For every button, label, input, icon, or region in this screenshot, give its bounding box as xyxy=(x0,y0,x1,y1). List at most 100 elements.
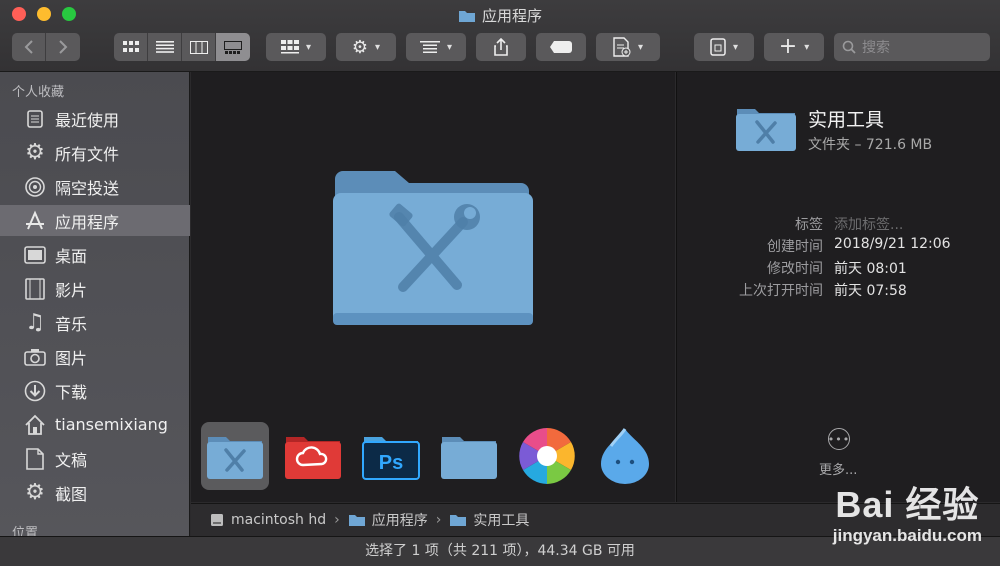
gear-icon: ⚙ xyxy=(25,140,45,165)
item-name: 实用工具 xyxy=(808,109,885,131)
sidebar-item-label: 截图 xyxy=(55,484,88,504)
sidebar-item-pictures[interactable]: 图片 xyxy=(0,341,190,372)
path-separator: › xyxy=(334,512,340,528)
forward-button[interactable] xyxy=(46,33,80,61)
path-crumb-disk[interactable]: macintosh hd xyxy=(209,512,326,528)
thumbnail-utilities[interactable] xyxy=(201,422,269,490)
download-icon xyxy=(24,380,46,402)
chevron-left-icon xyxy=(24,40,33,54)
plus-icon: + xyxy=(778,34,798,59)
path-crumb-label: 应用程序 xyxy=(371,513,428,529)
nav-buttons xyxy=(12,33,80,61)
sidebar-item-label: 下载 xyxy=(55,382,88,402)
gallery-icon xyxy=(224,40,242,54)
tags-button[interactable] xyxy=(536,33,586,61)
search-icon xyxy=(842,40,856,54)
column-view-button[interactable] xyxy=(182,33,216,61)
photoshop-folder-icon: Ps xyxy=(362,437,420,480)
thumbnail-folder[interactable] xyxy=(435,422,503,490)
add-button[interactable]: + ▾ xyxy=(764,33,824,61)
meta-key: 标签 xyxy=(795,217,823,233)
path-crumb-utilities[interactable]: 实用工具 xyxy=(449,510,529,530)
item-kind-size: 文件夹 – 721.6 MB xyxy=(808,137,933,153)
sidebar-item-music[interactable]: ♫ 音乐 xyxy=(0,307,190,338)
thumbnail-creative-cloud[interactable] xyxy=(279,422,347,490)
window-title-wrap: 应用程序 xyxy=(0,5,1000,27)
meta-value: 2018/9/21 12:06 xyxy=(834,236,951,252)
sidebar-item-all-files[interactable]: ⚙ 所有文件 xyxy=(0,137,190,168)
sidebar-item-label: 图片 xyxy=(55,348,88,368)
chevron-down-icon: ▾ xyxy=(637,41,644,53)
grid-icon xyxy=(122,41,139,52)
group-by-button[interactable]: ▾ xyxy=(266,33,326,61)
camera-icon xyxy=(24,346,46,368)
airdrop-icon xyxy=(24,176,46,198)
add-tags-field[interactable]: 添加标签... xyxy=(834,214,903,234)
sidebar-item-applications[interactable]: 应用程序 xyxy=(0,205,190,236)
sidebar-item-documents[interactable]: 文稿 xyxy=(0,443,190,474)
disk-icon xyxy=(211,514,223,526)
meta-key: 上次打开时间 xyxy=(739,283,823,299)
sidebar-item-label: 最近使用 xyxy=(55,110,120,130)
thumbnail-droplet-app[interactable] xyxy=(591,422,659,490)
columns-icon xyxy=(189,40,208,54)
sidebar-item-label: 隔空投送 xyxy=(55,178,120,198)
tag-icon xyxy=(550,41,572,53)
meta-row-tags: 标签 添加标签... xyxy=(677,214,1000,234)
sidebar-item-recents[interactable]: 最近使用 xyxy=(0,103,190,134)
sidebar-item-label: 音乐 xyxy=(55,314,88,334)
sidebar-item-airdrop[interactable]: 隔空投送 xyxy=(0,171,190,202)
utilities-folder-icon xyxy=(736,109,796,151)
icon-view-button[interactable] xyxy=(114,33,148,61)
meta-value: 前天 08:01 xyxy=(834,261,907,277)
sidebar-item-screenshots[interactable]: ⚙ 截图 xyxy=(0,477,190,508)
action-menu-button[interactable]: ⚙ ▾ xyxy=(336,33,396,61)
sidebar-item-desktop[interactable]: 桌面 xyxy=(0,239,190,270)
meta-row-created: 创建时间 2018/9/21 12:06 xyxy=(677,236,1000,256)
chevron-down-icon: ▾ xyxy=(732,41,739,53)
share-button[interactable] xyxy=(476,33,526,61)
back-button[interactable] xyxy=(12,33,46,61)
svg-text:Ps: Ps xyxy=(379,452,403,474)
sidebar-item-label: tiansemixiang xyxy=(55,415,168,434)
adobe-creative-cloud-folder-icon xyxy=(285,437,341,479)
meta-row-modified: 修改时间 前天 08:01 xyxy=(677,258,1000,278)
folder-icon xyxy=(450,515,467,526)
thumbnail-photoshop[interactable]: Ps xyxy=(357,422,425,490)
recents-icon xyxy=(24,108,46,130)
sidebar-item-label: 应用程序 xyxy=(55,212,120,232)
folder-icon xyxy=(458,9,476,27)
group-grid-icon xyxy=(280,40,299,54)
new-document-button[interactable]: ▾ xyxy=(596,33,660,61)
favorites-header: 个人收藏 xyxy=(12,85,65,100)
colorful-pinwheel-app-icon xyxy=(519,428,575,484)
path-crumb-applications[interactable]: 应用程序 xyxy=(348,510,428,530)
sidebar-item-downloads[interactable]: 下载 xyxy=(0,375,190,406)
path-crumb-label: macintosh hd xyxy=(231,512,327,528)
gallery-view-button[interactable] xyxy=(216,33,250,61)
baidu-jingyan-watermark: Bai 经验 jingyan.baidu.com xyxy=(833,476,982,546)
meta-value: 前天 07:58 xyxy=(834,283,907,299)
more-button[interactable]: ••• xyxy=(828,428,850,450)
thumbnail-pinwheel-app[interactable] xyxy=(513,422,581,490)
gear-icon: ⚙ xyxy=(25,480,45,505)
sidebar-item-movies[interactable]: 影片 xyxy=(0,273,190,304)
utilities-folder-large-icon[interactable] xyxy=(331,167,535,327)
list-view-button[interactable] xyxy=(148,33,182,61)
sidebar-item-home[interactable]: tiansemixiang xyxy=(0,409,190,440)
documents-icon xyxy=(24,447,46,470)
arrange-button[interactable]: ▾ xyxy=(406,33,466,61)
sidebar-item-label: 所有文件 xyxy=(55,144,120,164)
file-icon xyxy=(710,38,726,56)
search-placeholder: 搜索 xyxy=(862,40,890,56)
sidebar-item-label: 桌面 xyxy=(55,246,88,266)
applications-icon xyxy=(24,210,46,232)
chevron-down-icon: ▾ xyxy=(375,41,381,53)
file-action-button[interactable]: ▾ xyxy=(694,33,754,61)
share-icon xyxy=(494,38,508,56)
watermark-brand: Bai 经验 xyxy=(835,484,980,525)
gear-icon: ⚙ xyxy=(351,36,369,58)
plain-folder-icon xyxy=(441,437,497,479)
search-field[interactable]: 搜索 xyxy=(834,33,990,61)
movies-icon xyxy=(24,277,46,300)
